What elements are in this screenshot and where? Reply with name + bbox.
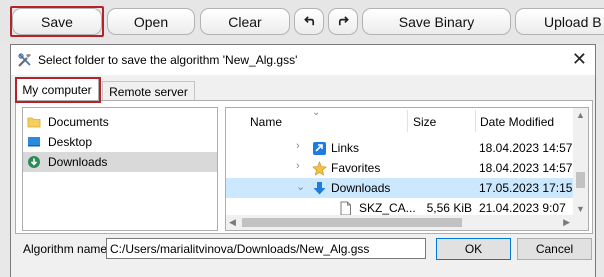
table-row[interactable]: › Links 18.04.2023 14:57: [226, 138, 574, 158]
undo-button[interactable]: [294, 8, 324, 35]
star-icon: [312, 161, 327, 176]
table-row[interactable]: › Favorites 18.04.2023 14:57: [226, 158, 574, 178]
location-list: Documents Desktop Downloads: [22, 107, 218, 231]
row-date: 18.04.2023 14:57: [479, 161, 573, 175]
location-label: Documents: [48, 115, 109, 129]
save-binary-button[interactable]: Save Binary: [362, 8, 511, 35]
save-folder-dialog: Select folder to save the algorithm 'New…: [10, 44, 596, 277]
upload-binary-button[interactable]: Upload B: [515, 8, 604, 35]
row-name: Links: [331, 141, 360, 155]
column-header-date[interactable]: Date Modified: [480, 112, 554, 132]
algorithm-name-input[interactable]: C:/Users/marialitvinova/Downloads/New_Al…: [106, 238, 426, 259]
column-divider: [475, 110, 476, 132]
tab-remote-server[interactable]: Remote server: [102, 81, 195, 101]
desktop-icon: [28, 137, 40, 147]
row-name: Downloads: [331, 181, 391, 195]
algorithm-name-label: Algorithm name:: [23, 242, 111, 256]
links-icon: [312, 141, 327, 156]
scroll-up-icon[interactable]: ▲: [576, 110, 585, 120]
scrollbar-thumb[interactable]: [242, 218, 462, 227]
scrollbar-thumb[interactable]: [576, 172, 585, 188]
horizontal-scrollbar[interactable]: ◀ ▶: [226, 215, 573, 230]
file-icon: [338, 201, 353, 216]
save-button-highlight: [10, 6, 104, 37]
redo-arrow-icon: [338, 16, 349, 26]
open-button[interactable]: Open: [107, 8, 195, 35]
folder-icon: [27, 117, 41, 128]
chevron-right-icon[interactable]: ›: [296, 160, 306, 174]
redo-button[interactable]: [328, 8, 358, 35]
download-icon: [28, 156, 40, 168]
scroll-down-icon[interactable]: ▼: [576, 204, 585, 214]
row-date: 18.04.2023 14:57: [479, 141, 573, 155]
location-label: Desktop: [48, 135, 93, 149]
row-size: 5,56 KiB: [426, 201, 472, 215]
dialog-titlebar: Select folder to save the algorithm 'New…: [11, 45, 595, 75]
location-item-downloads[interactable]: Downloads: [23, 152, 217, 172]
column-header-size[interactable]: Size: [413, 112, 436, 132]
tab-my-computer-highlight: [15, 77, 101, 103]
tools-icon: [18, 53, 31, 67]
location-item-desktop[interactable]: Desktop: [23, 132, 217, 152]
table-row[interactable]: ⌄ Downloads 17.05.2023 17:15: [226, 178, 574, 198]
scroll-right-icon[interactable]: ▶: [563, 217, 570, 228]
sort-caret-icon: ⌄: [312, 107, 321, 118]
cancel-button[interactable]: Cancel: [517, 238, 592, 260]
dialog-title: Select folder to save the algorithm 'New…: [38, 53, 298, 67]
location-item-documents[interactable]: Documents: [23, 112, 217, 132]
location-label: Downloads: [48, 155, 108, 169]
clear-button[interactable]: Clear: [200, 8, 290, 35]
vertical-scrollbar[interactable]: ▲ ▼: [573, 108, 588, 230]
undo-arrow-icon: [303, 16, 314, 26]
row-date: 17.05.2023 17:15: [479, 181, 573, 195]
folder-tree-table: Name ⌄ Size Date Modified › Links 18.04.20…: [225, 107, 589, 231]
row-name: Favorites: [331, 161, 381, 175]
close-icon[interactable]: ✕: [572, 49, 587, 70]
chevron-down-icon[interactable]: ⌄: [296, 180, 306, 194]
chevron-right-icon[interactable]: ›: [296, 140, 306, 154]
ok-button[interactable]: OK: [436, 238, 511, 260]
row-date: 21.04.2023 9:07: [479, 201, 566, 215]
download-arrow-icon: [312, 181, 327, 196]
column-header-name[interactable]: Name: [250, 112, 282, 132]
column-divider: [407, 110, 408, 132]
row-name: SKZ_CA...: [359, 201, 416, 215]
main-toolbar: Save Open Clear Save Binary Upload B: [0, 0, 604, 44]
scroll-left-icon[interactable]: ◀: [229, 217, 236, 228]
